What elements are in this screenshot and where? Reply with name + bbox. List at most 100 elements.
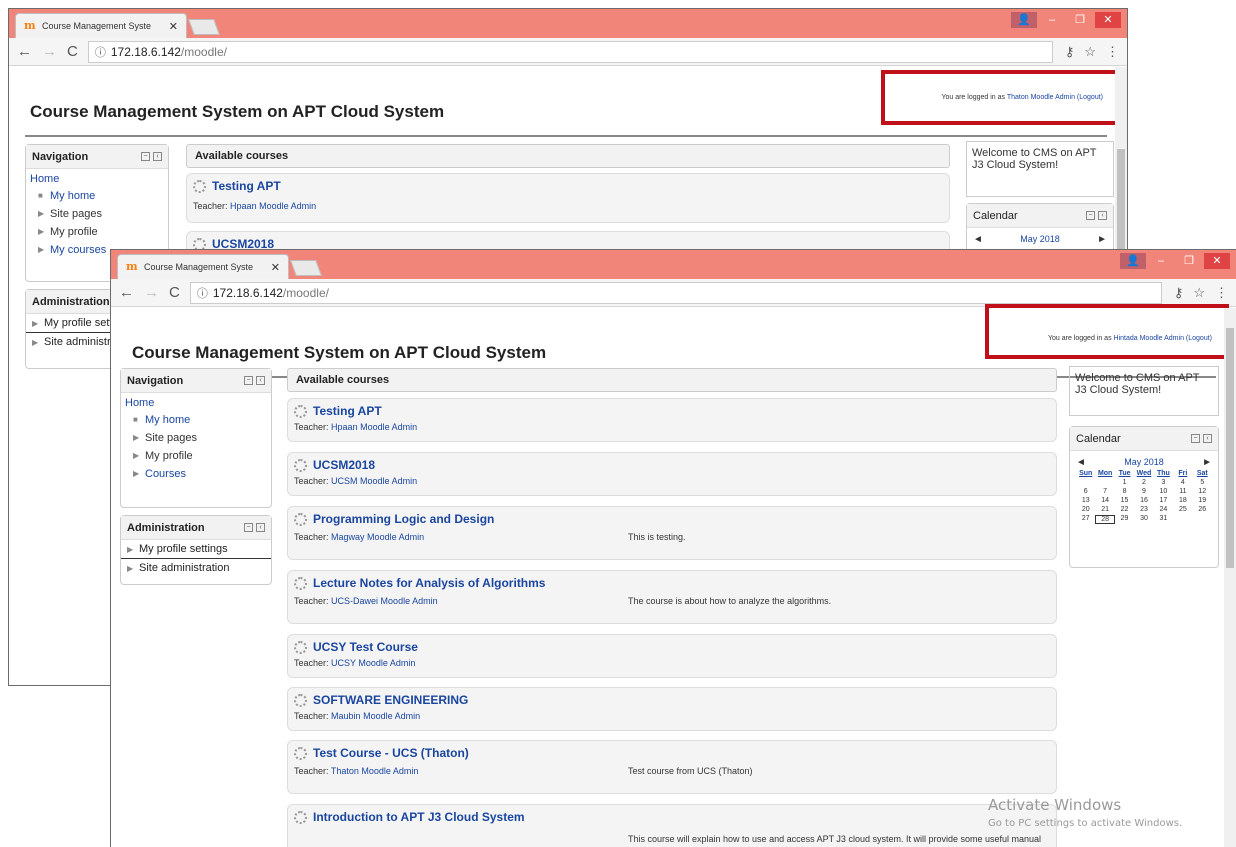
calendar-day[interactable]: 31 (1154, 515, 1173, 524)
calendar-day[interactable]: 8 (1115, 488, 1134, 495)
nav-home-link[interactable]: Home (30, 173, 168, 185)
reload-icon[interactable]: C (169, 284, 180, 301)
course-link[interactable]: UCSY Test Course (294, 640, 418, 654)
course-link[interactable]: Programming Logic and Design (294, 512, 494, 526)
calendar-day[interactable]: 22 (1115, 506, 1134, 513)
key-icon[interactable]: ⚷ (1174, 285, 1184, 301)
reload-icon[interactable]: C (67, 43, 78, 60)
close-window-button[interactable]: ✕ (1095, 12, 1121, 28)
star-icon[interactable]: ☆ (1084, 44, 1096, 60)
calendar-day[interactable]: 6 (1076, 488, 1095, 495)
calendar-day[interactable]: 7 (1095, 488, 1114, 495)
back-arrow-icon[interactable]: ← (119, 284, 134, 301)
calendar-day[interactable]: 12 (1193, 488, 1212, 495)
nav-item-courses[interactable]: ▶ Courses (125, 465, 271, 483)
browser-tab[interactable]: m Course Management Syste ✕ (117, 254, 289, 279)
teacher-link[interactable]: Hpaan Moodle Admin (230, 201, 316, 211)
nav-item-my-home[interactable]: ■ My home (125, 411, 271, 429)
nav-item-site-pages[interactable]: ▶ Site pages (30, 205, 168, 223)
calendar-day[interactable]: 18 (1173, 497, 1192, 504)
calendar-day[interactable]: 20 (1076, 506, 1095, 513)
teacher-link[interactable]: Thaton Moodle Admin (331, 766, 419, 776)
calendar-day[interactable]: 9 (1134, 488, 1153, 495)
calendar-day[interactable]: 21 (1095, 506, 1114, 513)
nav-item-my-home[interactable]: ■ My home (30, 187, 168, 205)
minimize-button[interactable]: – (1039, 12, 1065, 28)
calendar-month[interactable]: May 2018 (1124, 457, 1164, 468)
star-icon[interactable]: ☆ (1193, 285, 1205, 301)
calendar-day[interactable]: 27 (1076, 515, 1095, 524)
calendar-day[interactable]: 17 (1154, 497, 1173, 504)
close-window-button[interactable]: ✕ (1204, 253, 1230, 269)
calendar-today[interactable]: 28 (1095, 515, 1115, 524)
dock-icon[interactable]: ‹ (153, 152, 162, 161)
user-icon[interactable]: 👤 (1011, 12, 1037, 28)
minimize-button[interactable]: – (1148, 253, 1174, 269)
course-link[interactable]: SOFTWARE ENGINEERING (294, 693, 468, 707)
new-tab-button[interactable] (290, 260, 322, 276)
close-tab-icon[interactable]: ✕ (271, 261, 280, 274)
scrollbar[interactable] (1224, 308, 1236, 847)
prev-month-icon[interactable]: ◄ (973, 234, 983, 245)
calendar-day[interactable]: 24 (1154, 506, 1173, 513)
next-month-icon[interactable]: ► (1202, 457, 1212, 468)
teacher-link[interactable]: UCSY Moodle Admin (331, 658, 415, 668)
calendar-day[interactable]: 19 (1193, 497, 1212, 504)
prev-month-icon[interactable]: ◄ (1076, 457, 1086, 468)
url-input[interactable]: ⓘ 172.18.6.142/moodle/ (189, 281, 1162, 304)
new-tab-button[interactable] (188, 19, 220, 35)
teacher-link[interactable]: UCSM Moodle Admin (331, 476, 417, 486)
teacher-link[interactable]: UCS-Dawei Moodle Admin (331, 596, 438, 606)
calendar-day[interactable]: 23 (1134, 506, 1153, 513)
url-input[interactable]: ⓘ 172.18.6.142/moodle/ (87, 40, 1053, 63)
nav-item-my-profile[interactable]: ▶ My profile (125, 447, 271, 465)
forward-arrow-icon[interactable]: → (144, 284, 159, 301)
calendar-day[interactable]: 5 (1193, 479, 1212, 486)
key-icon[interactable]: ⚷ (1065, 44, 1075, 60)
forward-arrow-icon[interactable]: → (42, 43, 57, 60)
collapse-icon[interactable]: − (244, 376, 253, 385)
calendar-day[interactable]: 4 (1173, 479, 1192, 486)
scroll-thumb[interactable] (1226, 328, 1234, 568)
calendar-day[interactable]: 2 (1134, 479, 1153, 486)
nav-item-my-profile[interactable]: ▶ My profile (30, 223, 168, 241)
course-link[interactable]: UCSM2018 (294, 458, 375, 472)
info-icon[interactable]: ⓘ (197, 285, 208, 301)
back-arrow-icon[interactable]: ← (17, 43, 32, 60)
course-link[interactable]: Testing APT (193, 179, 281, 193)
admin-item-profile-settings[interactable]: ▶ My profile settings (121, 540, 271, 559)
nav-item-site-pages[interactable]: ▶ Site pages (125, 429, 271, 447)
info-icon[interactable]: ⓘ (95, 44, 106, 60)
collapse-icon[interactable]: − (141, 152, 150, 161)
close-tab-icon[interactable]: ✕ (169, 20, 178, 33)
course-link[interactable]: Testing APT (294, 404, 382, 418)
user-icon[interactable]: 👤 (1120, 253, 1146, 269)
calendar-day[interactable]: 15 (1115, 497, 1134, 504)
calendar-day[interactable]: 25 (1173, 506, 1192, 513)
dock-icon[interactable]: ‹ (256, 376, 265, 385)
collapse-icon[interactable]: − (1191, 434, 1200, 443)
maximize-button[interactable]: ❐ (1176, 253, 1202, 269)
calendar-day[interactable]: 30 (1134, 515, 1153, 524)
teacher-link[interactable]: Maubin Moodle Admin (331, 711, 420, 721)
course-link[interactable]: Lecture Notes for Analysis of Algorithms (294, 576, 545, 590)
calendar-day[interactable]: 13 (1076, 497, 1095, 504)
dock-icon[interactable]: ‹ (256, 523, 265, 532)
calendar-day[interactable]: 16 (1134, 497, 1153, 504)
calendar-day[interactable]: 1 (1115, 479, 1134, 486)
calendar-day[interactable]: 26 (1193, 506, 1212, 513)
calendar-day[interactable]: 3 (1154, 479, 1173, 486)
nav-home-link[interactable]: Home (125, 397, 271, 409)
calendar-month[interactable]: May 2018 (1020, 234, 1060, 245)
course-link[interactable]: Test Course - UCS (Thaton) (294, 746, 469, 760)
calendar-day[interactable]: 14 (1095, 497, 1114, 504)
course-link[interactable]: Introduction to APT J3 Cloud System (294, 810, 525, 824)
collapse-icon[interactable]: − (244, 523, 253, 532)
dock-icon[interactable]: ‹ (1098, 211, 1107, 220)
maximize-button[interactable]: ❐ (1067, 12, 1093, 28)
calendar-day[interactable]: 11 (1173, 488, 1192, 495)
calendar-day[interactable]: 29 (1115, 515, 1134, 524)
calendar-day[interactable]: 10 (1154, 488, 1173, 495)
menu-icon[interactable]: ⋮ (1106, 44, 1119, 60)
teacher-link[interactable]: Magway Moodle Admin (331, 532, 424, 542)
